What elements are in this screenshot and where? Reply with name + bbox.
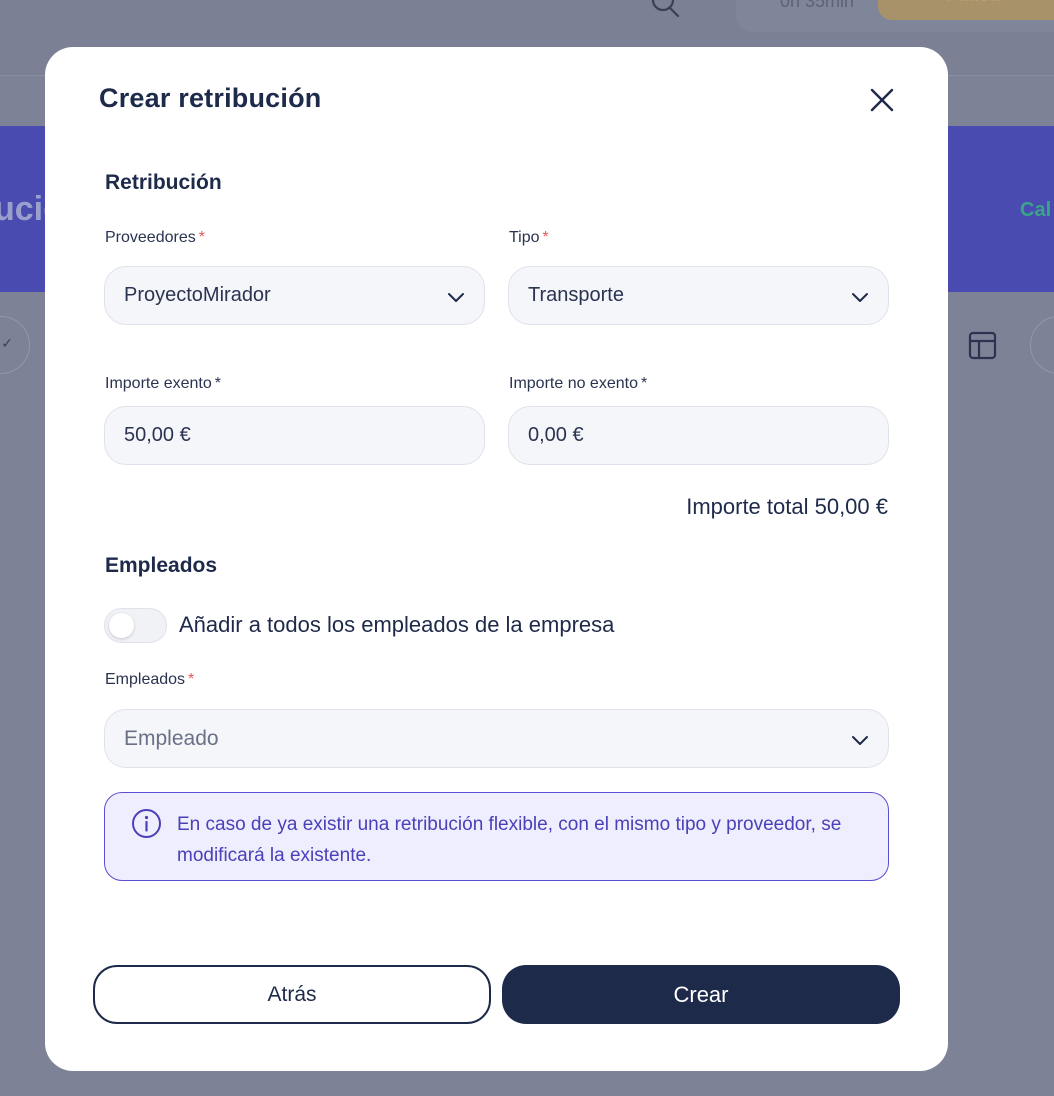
info-text: En caso de ya existir una retribución fl… xyxy=(177,814,842,866)
importe-no-exento-label: Importe no exento * xyxy=(509,375,647,393)
proveedores-select[interactable]: ProyectoMirador xyxy=(104,266,485,325)
add-all-employees-label: Añadir a todos los empleados de la empre… xyxy=(179,612,615,637)
background-right-button[interactable] xyxy=(1030,316,1054,374)
required-mark: * xyxy=(198,229,205,246)
required-mark: * xyxy=(188,671,195,688)
modal-title: Crear retribución xyxy=(99,83,322,113)
proveedores-label: Proveedores * xyxy=(105,229,205,247)
required-mark: * xyxy=(542,229,549,246)
tipo-select[interactable]: Transporte xyxy=(508,266,889,325)
importe-no-exento-input[interactable]: 0,00 € xyxy=(508,406,889,465)
chevron-down-icon xyxy=(852,293,868,302)
importe-no-exento-label-text: Importe no exento xyxy=(509,375,638,392)
info-notice: En caso de ya existir una retribución fl… xyxy=(104,792,889,881)
timer-text: 0h 35min xyxy=(780,0,855,11)
close-icon[interactable] xyxy=(867,85,897,115)
section-title-retribucion: Retribución xyxy=(105,171,222,194)
tipo-label: Tipo * xyxy=(509,229,549,247)
proveedores-value: ProyectoMirador xyxy=(124,284,271,306)
importe-exento-value: 50,00 € xyxy=(124,424,191,446)
info-icon xyxy=(132,809,161,838)
add-all-employees-toggle[interactable] xyxy=(104,608,167,643)
empleados-select[interactable]: Empleado xyxy=(104,709,889,768)
banner-right-link[interactable]: Cal xyxy=(1020,199,1051,222)
importe-exento-label: Importe exento * xyxy=(105,375,221,393)
importe-exento-label-text: Importe exento xyxy=(105,375,212,392)
search-icon xyxy=(651,0,680,18)
proveedores-label-text: Proveedores xyxy=(105,229,196,246)
chevron-down-icon xyxy=(852,736,868,745)
back-button[interactable]: Atrás xyxy=(93,965,491,1024)
pause-button[interactable]: Pausa xyxy=(878,0,1054,20)
tipo-value: Transporte xyxy=(528,284,624,306)
required-mark: * xyxy=(640,375,648,392)
section-title-empleados: Empleados xyxy=(105,554,218,577)
empleados-label: Empleados * xyxy=(105,671,194,689)
importe-total: Importe total 50,00 € xyxy=(686,494,888,519)
required-mark: * xyxy=(214,375,221,392)
create-retribution-modal: Crear retribución Retribución Proveedore… xyxy=(45,47,948,1071)
empleados-label-text: Empleados xyxy=(105,671,186,688)
chevron-down-icon xyxy=(448,293,464,302)
toggle-knob xyxy=(109,613,134,638)
create-button[interactable]: Crear xyxy=(502,965,900,1024)
importe-no-exento-value: 0,00 € xyxy=(528,424,584,446)
table-icon[interactable] xyxy=(968,331,997,360)
check-icon: ✓ xyxy=(1,335,13,351)
tipo-label-text: Tipo xyxy=(509,229,540,246)
empleados-placeholder: Empleado xyxy=(124,727,219,750)
background-dropdown-button[interactable]: ✓ xyxy=(0,316,30,374)
importe-exento-input[interactable]: 50,00 € xyxy=(104,406,485,465)
